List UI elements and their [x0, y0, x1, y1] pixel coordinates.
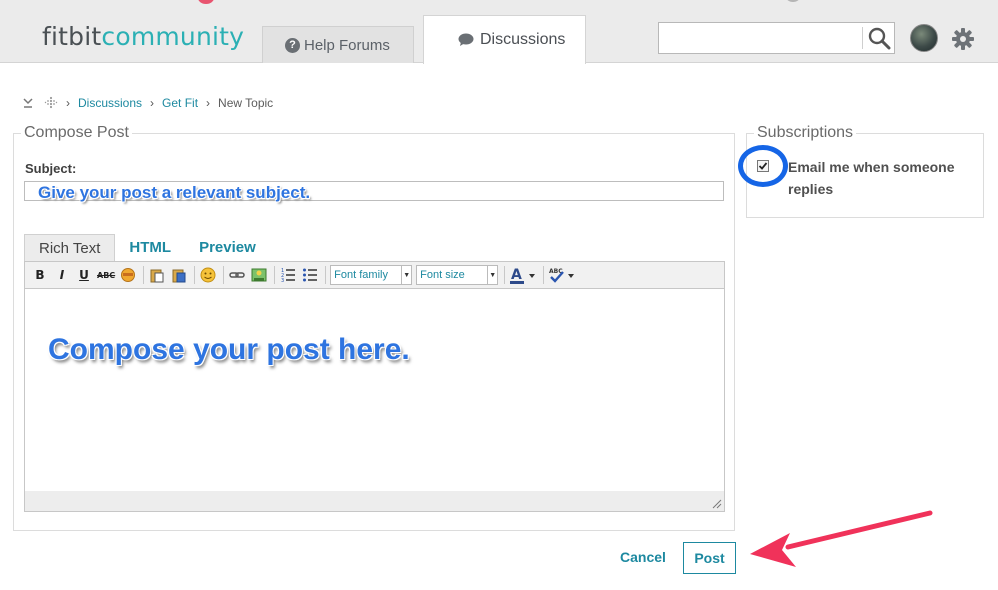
speech-bubble-icon	[458, 33, 474, 46]
chevron-right-icon: ›	[66, 96, 70, 110]
fitbit-community-logo[interactable]: fitbitcommunity	[42, 22, 244, 51]
toolbar-separator	[325, 266, 327, 284]
toolbar-separator	[194, 266, 196, 284]
spoiler-icon[interactable]	[119, 266, 137, 284]
post-button[interactable]: Post	[683, 542, 736, 574]
help-question-icon: ?	[285, 37, 300, 53]
compose-page: fitbitcommunity ? Help Forums Discussion…	[0, 0, 998, 590]
chevron-down-icon: ▼	[401, 266, 411, 284]
email-notification-label: Email me when someone replies	[788, 159, 955, 197]
search-input[interactable]	[661, 25, 861, 51]
chevron-right-icon: ›	[150, 96, 155, 110]
post-body-editor[interactable]	[24, 288, 725, 492]
italic-button[interactable]: I	[53, 266, 71, 284]
compose-post-legend: Compose Post	[21, 124, 132, 142]
text-color-button[interactable]: A	[509, 266, 537, 284]
spellcheck-icon[interactable]: ABC	[548, 266, 576, 284]
gear-icon[interactable]	[951, 27, 975, 51]
breadcrumb: › Discussions › Get Fit › New Topic	[22, 96, 273, 110]
tab-help-forums-label: Help Forums	[304, 36, 390, 54]
user-avatar[interactable]	[910, 24, 938, 52]
fitbit-home-icon[interactable]	[44, 96, 58, 110]
editor-toolbar: B I U ABC 123 Font family ▼ Font size ▼ …	[24, 261, 725, 289]
bold-button[interactable]: B	[31, 266, 49, 284]
strikethrough-button[interactable]: ABC	[97, 266, 115, 284]
top-navigation-bar: fitbitcommunity ? Help Forums Discussion…	[0, 0, 998, 64]
breadcrumb-get-fit[interactable]: Get Fit	[162, 96, 198, 110]
toolbar-separator	[504, 266, 506, 284]
font-family-select[interactable]: Font family ▼	[330, 265, 413, 285]
emoticon-icon[interactable]	[199, 266, 217, 284]
arrow-annotation	[750, 510, 933, 567]
font-size-select[interactable]: Font size ▼	[416, 265, 499, 285]
toolbar-separator	[274, 266, 276, 284]
tab-help-forums[interactable]: ? Help Forums	[262, 26, 414, 63]
collapse-down-icon[interactable]	[22, 97, 34, 109]
link-icon[interactable]	[228, 266, 246, 284]
paste-from-word-icon[interactable]	[170, 266, 188, 284]
resize-handle-icon[interactable]	[712, 499, 722, 509]
tab-html[interactable]: HTML	[115, 234, 185, 262]
numbered-list-icon[interactable]: 123	[279, 266, 297, 284]
subject-label: Subject:	[25, 161, 77, 176]
toolbar-separator	[143, 266, 145, 284]
editor-annotation: Compose your post here.	[48, 333, 410, 366]
tab-preview[interactable]: Preview	[185, 234, 270, 262]
font-size-label: Font size	[420, 269, 465, 281]
svg-text:3: 3	[281, 278, 284, 283]
font-family-label: Font family	[334, 269, 388, 281]
search-divider	[862, 27, 863, 49]
search-box	[658, 22, 895, 54]
toolbar-separator	[223, 266, 225, 284]
bullet-list-icon[interactable]	[301, 266, 319, 284]
editor-tabs: Rich Text HTML Preview	[24, 234, 270, 262]
svg-text:A: A	[511, 267, 522, 283]
image-icon[interactable]	[250, 266, 268, 284]
breadcrumb-discussions[interactable]: Discussions	[78, 96, 142, 110]
notification-dot-gray	[786, 0, 800, 2]
highlight-circle-annotation	[738, 145, 788, 187]
tab-discussions-label: Discussions	[480, 31, 566, 48]
subject-annotation: Give your post a relevant subject.	[38, 183, 311, 202]
tab-discussions[interactable]: Discussions	[423, 15, 586, 64]
tab-rich-text[interactable]: Rich Text	[24, 234, 116, 262]
notification-dot	[198, 0, 214, 4]
subscriptions-legend: Subscriptions	[754, 124, 857, 142]
breadcrumb-current: New Topic	[218, 96, 274, 110]
paste-icon[interactable]	[148, 266, 166, 284]
toolbar-separator	[543, 266, 545, 284]
chevron-down-icon: ▼	[487, 266, 497, 284]
editor-statusbar	[24, 491, 725, 512]
cancel-button[interactable]: Cancel	[620, 549, 666, 565]
search-icon[interactable]	[867, 26, 891, 50]
chevron-right-icon: ›	[206, 96, 211, 110]
underline-button[interactable]: U	[75, 266, 93, 284]
